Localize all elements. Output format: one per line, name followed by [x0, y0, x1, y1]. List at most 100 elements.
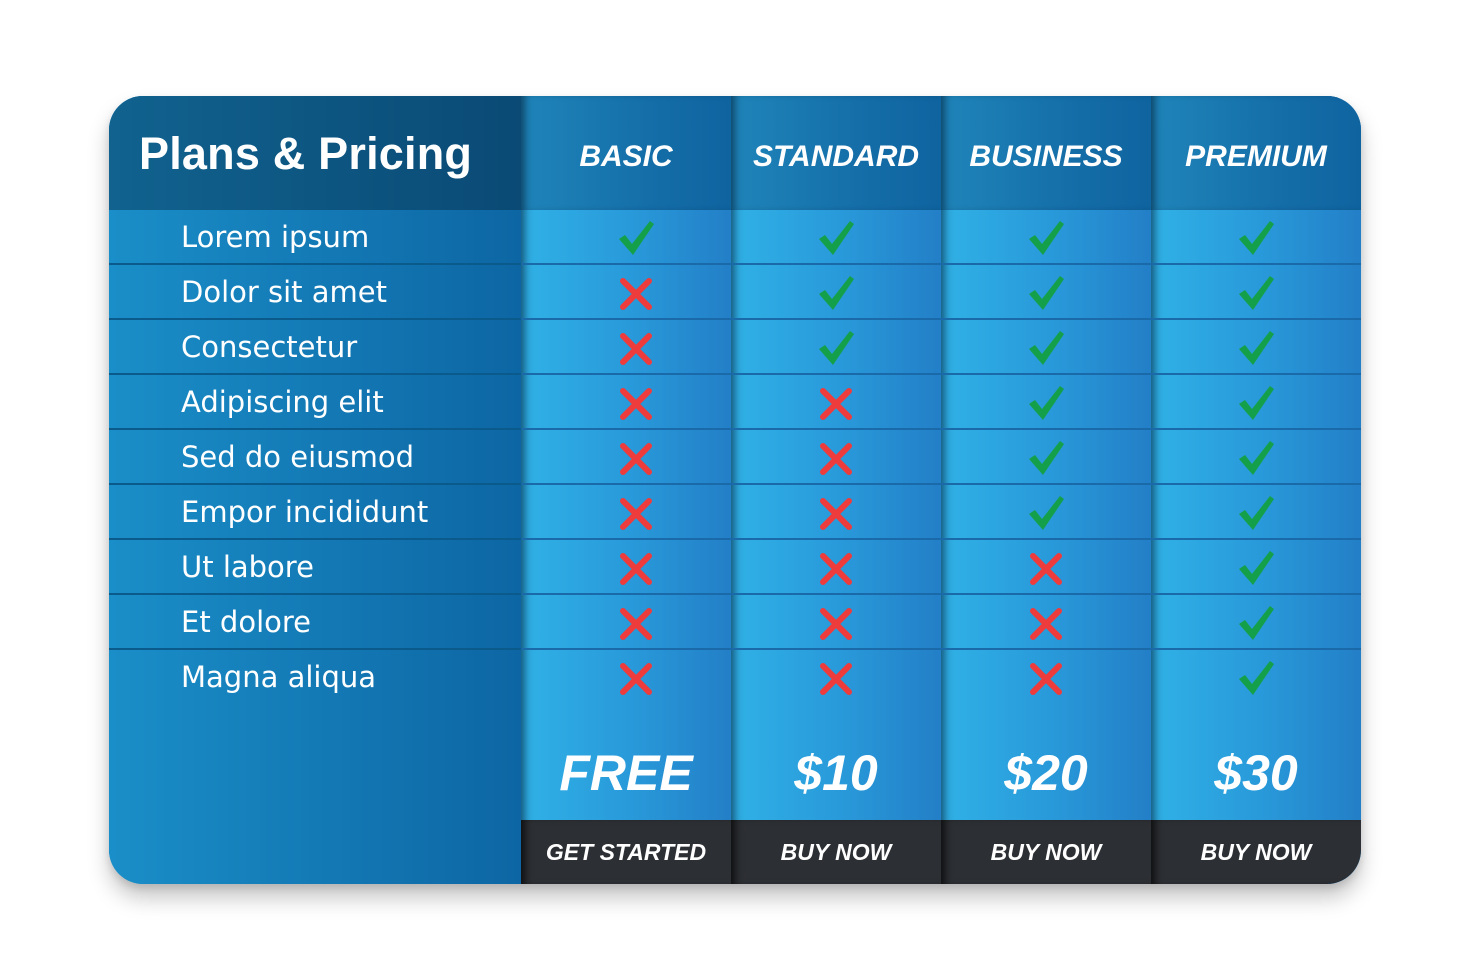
feature-column: Plans & Pricing Lorem ipsum Dolor sit ame… — [109, 96, 521, 884]
feature-cell — [521, 540, 731, 595]
check-icon — [816, 218, 856, 258]
plan-name: BASIC — [579, 140, 673, 173]
feature-row: Et dolore — [109, 595, 521, 650]
feature-cell — [1151, 430, 1361, 485]
feature-row: Sed do eiusmod — [109, 430, 521, 485]
feature-cell — [521, 210, 731, 265]
feature-label: Dolor sit amet — [181, 275, 388, 309]
buy-now-button-business[interactable]: BUY NOW — [941, 820, 1151, 884]
check-icon — [1236, 273, 1276, 313]
plan-column-standard: STANDARD $10 BUY NOW — [731, 96, 941, 884]
cross-icon — [616, 603, 656, 643]
feature-row: Lorem ipsum — [109, 210, 521, 265]
cross-icon — [616, 383, 656, 423]
cross-icon — [616, 548, 656, 588]
feature-cell — [731, 210, 941, 265]
cross-icon — [816, 658, 856, 698]
feature-cell — [1151, 375, 1361, 430]
check-icon — [1236, 658, 1276, 698]
feature-cell — [1151, 540, 1361, 595]
feature-cell — [521, 375, 731, 430]
plan-column-basic: BASIC FREE GET STARTED — [521, 96, 731, 884]
feature-cell — [1151, 265, 1361, 320]
pricing-table: Plans & Pricing Lorem ipsum Dolor sit ame… — [109, 96, 1361, 884]
cross-icon — [616, 328, 656, 368]
feature-row: Consectetur — [109, 320, 521, 375]
feature-cell — [941, 485, 1151, 540]
cross-icon — [816, 603, 856, 643]
cross-icon — [816, 548, 856, 588]
feature-cell — [1151, 650, 1361, 705]
cross-icon — [616, 658, 656, 698]
check-icon — [1026, 273, 1066, 313]
get-started-button-basic[interactable]: GET STARTED — [521, 820, 731, 884]
feature-cell — [1151, 210, 1361, 265]
check-icon — [1026, 218, 1066, 258]
cross-icon — [616, 493, 656, 533]
feature-cell — [941, 650, 1151, 705]
check-icon — [816, 328, 856, 368]
plan-name: STANDARD — [752, 140, 920, 173]
feature-row: Empor incididunt — [109, 485, 521, 540]
check-icon — [1026, 438, 1066, 478]
check-icon — [616, 218, 656, 258]
feature-label: Empor incididunt — [181, 495, 429, 529]
plan-header: STANDARD — [731, 96, 941, 210]
feature-cell — [941, 595, 1151, 650]
feature-cell — [521, 430, 731, 485]
feature-row: Magna aliqua — [109, 650, 521, 705]
buy-now-button-standard[interactable]: BUY NOW — [731, 820, 941, 884]
feature-cell — [941, 540, 1151, 595]
check-icon — [1236, 328, 1276, 368]
feature-cell — [1151, 320, 1361, 375]
check-icon — [1236, 383, 1276, 423]
feature-label: Ut labore — [181, 550, 314, 584]
cross-icon — [1026, 658, 1066, 698]
plan-price: $30 — [1214, 745, 1298, 801]
check-icon — [1026, 383, 1066, 423]
feature-label: Adipiscing elit — [181, 385, 384, 419]
feature-cell — [521, 595, 731, 650]
feature-cell — [521, 485, 731, 540]
feature-cell — [941, 210, 1151, 265]
cross-icon — [1026, 603, 1066, 643]
check-icon — [1236, 438, 1276, 478]
cross-icon — [616, 273, 656, 313]
plan-name: BUSINESS — [969, 140, 1123, 173]
feature-cell — [731, 265, 941, 320]
check-icon — [1236, 603, 1276, 643]
check-icon — [1236, 493, 1276, 533]
feature-cell — [941, 430, 1151, 485]
page-title: Plans & Pricing — [139, 128, 473, 179]
feature-label: Et dolore — [181, 605, 311, 639]
feature-cell — [731, 540, 941, 595]
check-icon — [1236, 218, 1276, 258]
plan-header: PREMIUM — [1151, 96, 1361, 210]
feature-cell — [1151, 595, 1361, 650]
feature-cell — [731, 485, 941, 540]
feature-cell — [521, 650, 731, 705]
feature-label: Sed do eiusmod — [181, 440, 415, 474]
feature-label: Magna aliqua — [181, 660, 377, 694]
feature-cell — [941, 265, 1151, 320]
feature-cell — [521, 320, 731, 375]
cross-icon — [616, 438, 656, 478]
plan-price: FREE — [559, 745, 693, 801]
plan-header: BASIC — [521, 96, 731, 210]
cross-icon — [816, 438, 856, 478]
plan-price: $20 — [1004, 745, 1088, 801]
feature-row: Adipiscing elit — [109, 375, 521, 430]
plan-header: BUSINESS — [941, 96, 1151, 210]
buy-now-button-premium[interactable]: BUY NOW — [1151, 820, 1361, 884]
feature-cell — [1151, 485, 1361, 540]
plan-name: PREMIUM — [1185, 140, 1327, 173]
table-header: Plans & Pricing — [109, 96, 521, 210]
check-icon — [1026, 493, 1066, 533]
plan-column-business: BUSINESS $20 BUY NOW — [941, 96, 1151, 884]
cross-icon — [816, 383, 856, 423]
feature-row: Dolor sit amet — [109, 265, 521, 320]
feature-cell — [731, 595, 941, 650]
feature-label: Lorem ipsum — [181, 220, 370, 254]
feature-cell — [731, 430, 941, 485]
feature-row: Ut labore — [109, 540, 521, 595]
